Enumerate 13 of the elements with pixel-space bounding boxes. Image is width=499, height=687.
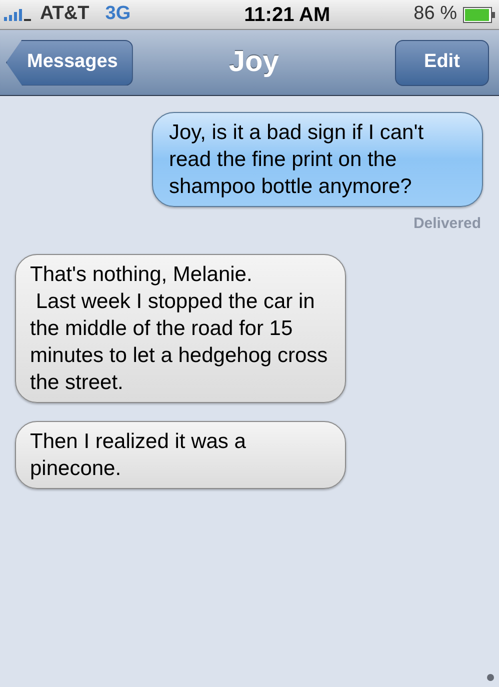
carrier-label: AT&T (40, 2, 90, 26)
back-button[interactable]: Messages (6, 40, 133, 86)
signal-icon (4, 8, 34, 22)
network-label: 3G (105, 2, 131, 26)
delivered-label: Delivered (413, 214, 481, 234)
edit-button[interactable]: Edit (394, 40, 489, 86)
clock: 11:21 AM (244, 2, 330, 28)
battery-icon (462, 6, 495, 22)
battery-percentage: 86 % (414, 2, 457, 26)
sent-message-bubble: Joy, is it a bad sign if I can't read the fine print on the shampoo bottle anymore? (152, 112, 483, 207)
received-message-bubble: Then I realized it was a pinecone. (15, 420, 346, 488)
conversation-title: Joy (228, 44, 279, 80)
received-message-bubble: That's nothing, Melanie. Last week I stopped the car in the middle of the road for 15 minutes to let a hedgehog cross the street. (15, 254, 346, 402)
